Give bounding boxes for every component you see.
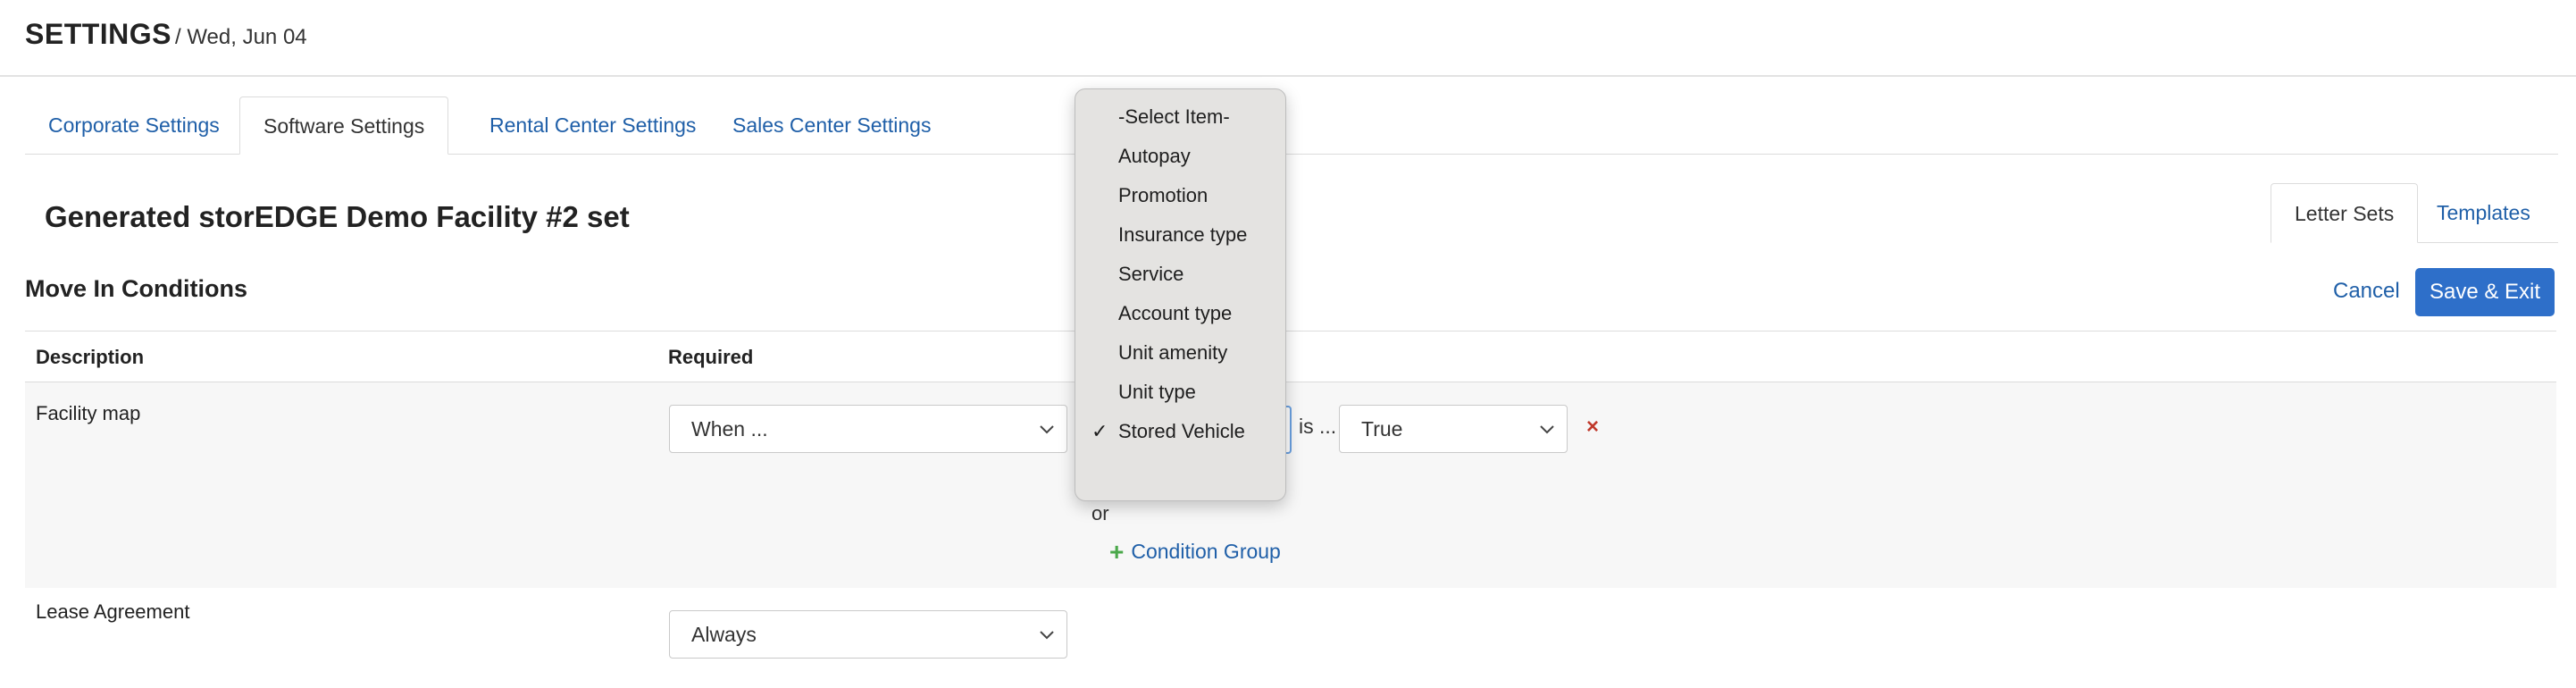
add-condition-group-button[interactable]: + Condition Group	[1109, 538, 1281, 566]
table-header: Description Required	[25, 331, 2556, 382]
required-condition-select[interactable]: Always	[669, 610, 1067, 659]
section-title: Move In Conditions	[25, 275, 247, 302]
dropdown-option[interactable]: Account type	[1118, 302, 1232, 325]
save-exit-button[interactable]: Save & Exit	[2415, 268, 2555, 316]
top-bar: SETTINGS / Wed, Jun 04	[0, 0, 2576, 77]
table-row: Lease Agreement	[25, 588, 2556, 688]
tab-software-settings[interactable]: Software Settings	[239, 96, 449, 155]
chevron-down-icon	[1540, 425, 1554, 434]
is-label: is ...	[1299, 415, 1337, 438]
cancel-button[interactable]: Cancel	[2317, 268, 2416, 315]
chevron-down-icon	[1040, 425, 1054, 434]
tab-templates[interactable]: Templates	[2413, 183, 2554, 242]
page-date: / Wed, Jun 04	[175, 25, 307, 49]
tab-corporate-settings[interactable]: Corporate Settings	[25, 96, 243, 154]
required-condition-select[interactable]: When ...	[669, 405, 1067, 453]
condition-group-label: Condition Group	[1131, 540, 1281, 563]
settings-tabs: Corporate Settings Software Settings Ren…	[25, 96, 2558, 155]
column-header-description: Description	[36, 346, 145, 368]
select-value: Always	[691, 623, 757, 646]
chevron-down-icon	[1040, 631, 1054, 640]
letter-set-title: Generated storEDGE Demo Facility #2 set	[45, 200, 630, 233]
letter-tabs: Letter Sets Templates	[2271, 183, 2558, 243]
dropdown-option[interactable]: -Select Item-	[1118, 105, 1230, 129]
select-value: When ...	[691, 417, 768, 440]
tab-rental-center-settings[interactable]: Rental Center Settings	[466, 96, 719, 154]
condition-value-select[interactable]: True	[1339, 405, 1568, 453]
dropdown-option[interactable]: Autopay	[1118, 145, 1191, 168]
or-label: or	[1091, 502, 1109, 524]
row-description: Lease Agreement	[36, 600, 190, 623]
row-description: Facility map	[36, 402, 141, 424]
dropdown-option[interactable]: Promotion	[1118, 184, 1208, 207]
select-value: True	[1361, 417, 1403, 440]
dropdown-option[interactable]: Unit amenity	[1118, 341, 1227, 365]
column-header-required: Required	[668, 346, 754, 368]
dropdown-option-label: Stored Vehicle	[1118, 420, 1245, 442]
dropdown-option[interactable]: Unit type	[1118, 381, 1196, 404]
dropdown-option[interactable]: Service	[1118, 263, 1183, 286]
tab-letter-sets[interactable]: Letter Sets	[2271, 183, 2419, 243]
dropdown-option-selected[interactable]: ✓ Stored Vehicle	[1091, 420, 1245, 443]
plus-icon: +	[1109, 538, 1125, 566]
condition-item-dropdown: -Select Item- Autopay Promotion Insuranc…	[1075, 88, 1286, 501]
page-title: SETTINGS	[25, 18, 172, 50]
tab-sales-center-settings[interactable]: Sales Center Settings	[709, 96, 954, 154]
dropdown-option[interactable]: Insurance type	[1118, 223, 1247, 247]
close-icon[interactable]: ×	[1586, 416, 1599, 438]
check-icon: ✓	[1091, 420, 1108, 442]
